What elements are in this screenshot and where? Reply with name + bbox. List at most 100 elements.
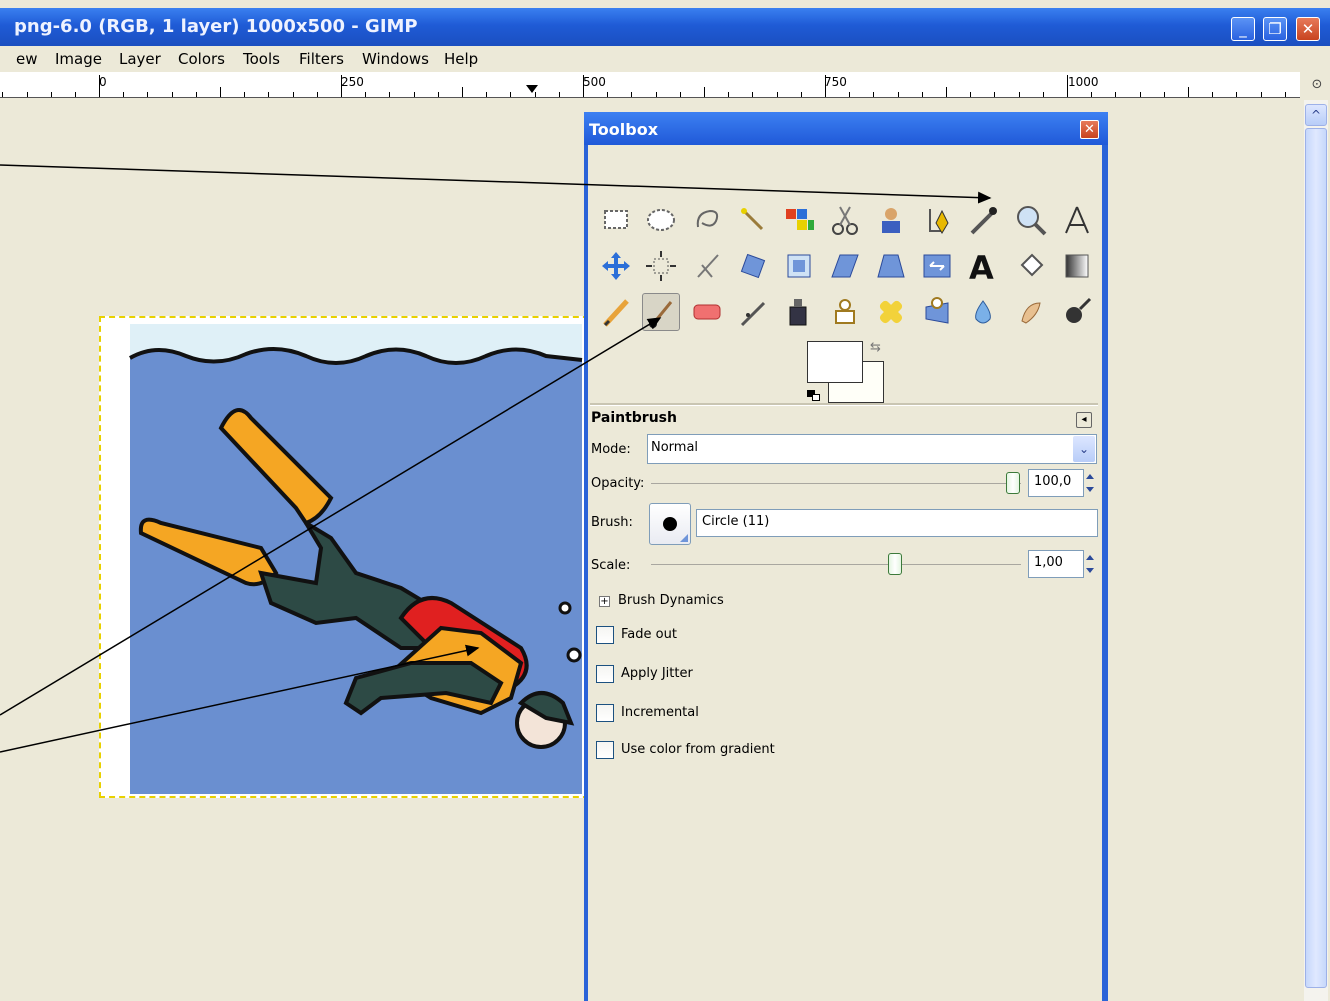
- brush-preview[interactable]: [649, 503, 691, 545]
- align-icon[interactable]: [642, 247, 680, 285]
- flip-icon[interactable]: [918, 247, 956, 285]
- ruler-tick: [1115, 92, 1116, 97]
- toolbox-titlebar: Toolbox ✕: [584, 112, 1108, 145]
- airbrush-icon[interactable]: [734, 293, 772, 331]
- scale-slider-track[interactable]: [651, 564, 1021, 565]
- zoom-corner-icon[interactable]: ⊙: [1304, 72, 1330, 97]
- menu-tools[interactable]: Tools: [243, 50, 280, 68]
- ellipse-select-icon[interactable]: [642, 201, 680, 239]
- perspective-clone-icon[interactable]: [918, 293, 956, 331]
- scale-slider-handle[interactable]: [888, 553, 902, 575]
- paintbrush-icon[interactable]: [642, 293, 680, 331]
- incremental-label[interactable]: Incremental: [621, 705, 699, 720]
- menubar: ew Image Layer Colors Tools Filters Wind…: [0, 46, 1330, 72]
- rect-select-icon[interactable]: [597, 201, 635, 239]
- restore-button[interactable]: ❐: [1263, 17, 1287, 41]
- vertical-scrollbar[interactable]: ^: [1304, 100, 1328, 1001]
- image-canvas[interactable]: [99, 316, 599, 798]
- toolbox-separator: [590, 403, 1098, 406]
- ruler-tick: [873, 92, 874, 97]
- perspective-icon[interactable]: [872, 247, 910, 285]
- foreground-color-swatch[interactable]: [807, 341, 863, 383]
- text-icon[interactable]: A: [964, 247, 1002, 287]
- ruler-tick: [898, 92, 899, 97]
- blur-icon[interactable]: [964, 293, 1002, 331]
- scale-spinbox[interactable]: 1,00: [1028, 550, 1084, 578]
- mode-select[interactable]: Normal ⌄: [647, 434, 1097, 464]
- opacity-slider-handle[interactable]: [1006, 472, 1020, 494]
- ruler-tick: [220, 87, 221, 97]
- brush-value: Circle (11): [702, 514, 770, 529]
- select-by-color-icon[interactable]: [780, 201, 818, 239]
- ruler-tick: [825, 75, 826, 97]
- menu-help[interactable]: Help: [444, 50, 478, 68]
- free-select-icon[interactable]: [688, 201, 726, 239]
- menu-filters[interactable]: Filters: [299, 50, 344, 68]
- swap-colors-icon[interactable]: ⇆: [870, 340, 881, 355]
- apply-jitter-label[interactable]: Apply Jitter: [621, 666, 693, 681]
- scale-spin-arrows-icon[interactable]: [1084, 550, 1096, 578]
- ruler-tick: [946, 87, 947, 97]
- close-button[interactable]: ✕: [1296, 17, 1320, 41]
- ruler-tick: [244, 92, 245, 97]
- ruler-tick: [583, 75, 584, 97]
- menu-layer[interactable]: Layer: [119, 50, 161, 68]
- default-colors-icon[interactable]: [807, 390, 821, 402]
- ruler-tick: [462, 87, 463, 97]
- incremental-checkbox[interactable]: [596, 704, 614, 722]
- scale-icon[interactable]: [780, 247, 818, 285]
- options-menu-icon[interactable]: ◂: [1076, 412, 1092, 428]
- use-gradient-label[interactable]: Use color from gradient: [621, 742, 775, 757]
- smudge-icon[interactable]: [1012, 293, 1050, 331]
- chevron-down-icon[interactable]: ⌄: [1073, 436, 1095, 462]
- measure-icon[interactable]: [1058, 201, 1096, 239]
- brush-name-field[interactable]: Circle (11): [696, 509, 1098, 537]
- ruler-tick: [414, 92, 415, 97]
- zoom-icon[interactable]: [1012, 201, 1050, 239]
- brush-dynamics-label[interactable]: Brush Dynamics: [618, 593, 724, 608]
- pencil-icon[interactable]: [597, 293, 635, 331]
- move-icon[interactable]: [597, 247, 635, 285]
- ink-icon[interactable]: [780, 293, 818, 331]
- scissors-icon[interactable]: [826, 201, 864, 239]
- bucket-fill-icon[interactable]: [1012, 247, 1050, 285]
- tool-options-title: Paintbrush: [591, 410, 677, 426]
- ruler-tick: [607, 92, 608, 97]
- heal-icon[interactable]: [872, 293, 910, 331]
- ruler-tick: [922, 92, 923, 97]
- opacity-spin-arrows-icon[interactable]: [1084, 469, 1096, 497]
- use-gradient-checkbox[interactable]: [596, 741, 614, 759]
- brush-label: Brush:: [591, 515, 633, 530]
- ruler-tick: [752, 92, 753, 97]
- blend-icon[interactable]: [1058, 247, 1096, 285]
- minimize-button[interactable]: _: [1231, 17, 1255, 41]
- ruler-tick: [535, 92, 536, 97]
- fade-out-checkbox[interactable]: [596, 626, 614, 644]
- fade-out-label[interactable]: Fade out: [621, 627, 677, 642]
- rotate-icon[interactable]: [734, 247, 772, 285]
- opacity-slider-track[interactable]: [651, 483, 1021, 484]
- menu-image[interactable]: Image: [55, 50, 102, 68]
- foreground-select-icon[interactable]: [872, 201, 910, 239]
- dodge-burn-icon[interactable]: [1058, 293, 1096, 331]
- ruler-tick: [1164, 92, 1165, 97]
- scroll-up-icon[interactable]: ^: [1305, 104, 1327, 126]
- fuzzy-select-icon[interactable]: [734, 201, 772, 239]
- apply-jitter-checkbox[interactable]: [596, 665, 614, 683]
- clone-icon[interactable]: [826, 293, 864, 331]
- opacity-spinbox[interactable]: 100,0: [1028, 469, 1084, 497]
- expand-dynamics-icon[interactable]: +: [599, 596, 610, 607]
- color-picker-icon[interactable]: [964, 201, 1002, 239]
- toolbox-close-button[interactable]: ✕: [1080, 120, 1099, 139]
- shear-icon[interactable]: [826, 247, 864, 285]
- ruler-tick: [147, 92, 148, 97]
- scrollbar-thumb[interactable]: [1305, 128, 1327, 988]
- paths-icon[interactable]: [918, 201, 956, 239]
- eraser-icon[interactable]: [688, 293, 726, 331]
- menu-colors[interactable]: Colors: [178, 50, 225, 68]
- ruler-tick: [1043, 92, 1044, 97]
- menu-view[interactable]: ew: [16, 50, 38, 68]
- crop-icon[interactable]: [688, 247, 726, 285]
- ruler-tick: [559, 92, 560, 97]
- menu-windows[interactable]: Windows: [362, 50, 429, 68]
